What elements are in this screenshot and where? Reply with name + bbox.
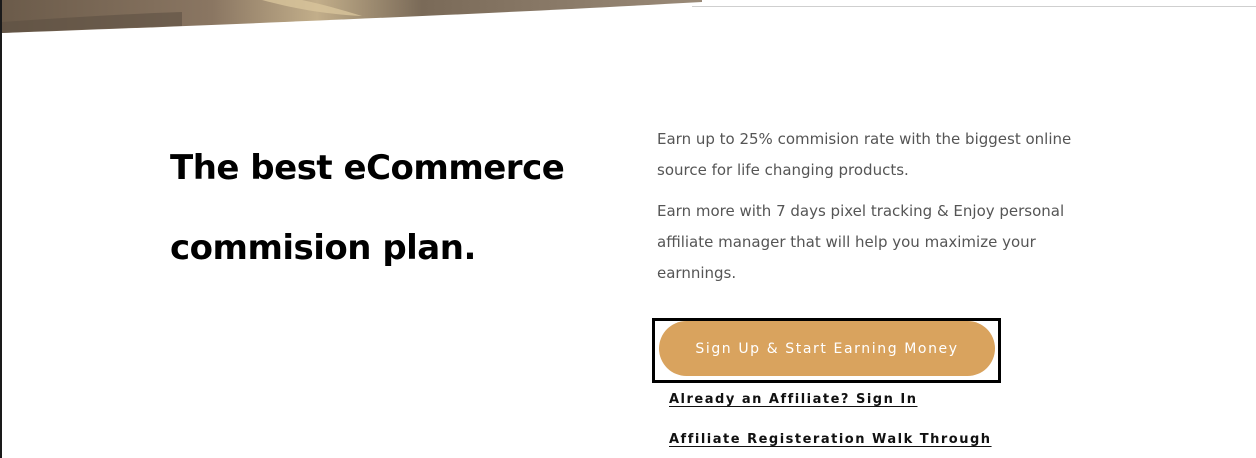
description-paragraph-1: Earn up to 25% commision rate with the b… [657, 130, 1072, 179]
walkthrough-link[interactable]: Affiliate Registeration Walk Through [669, 432, 992, 447]
description-block: Earn up to 25% commision rate with the b… [657, 124, 1097, 299]
headline-line-1: The best eCommerce [170, 148, 565, 188]
hero-image-icon [2, 0, 702, 33]
hero-image-edge [2, 0, 702, 36]
signin-link[interactable]: Already an Affiliate? Sign In [669, 392, 918, 407]
description-paragraph-2: Earn more with 7 days pixel tracking & E… [657, 202, 1065, 282]
headline-line-2: commision plan. [170, 228, 476, 268]
page-frame: The best eCommerce commision plan. Earn … [0, 0, 1256, 458]
signup-button[interactable]: Sign Up & Start Earning Money [659, 321, 995, 376]
page-headline: The best eCommerce commision plan. [170, 128, 600, 288]
top-divider [692, 6, 1256, 7]
